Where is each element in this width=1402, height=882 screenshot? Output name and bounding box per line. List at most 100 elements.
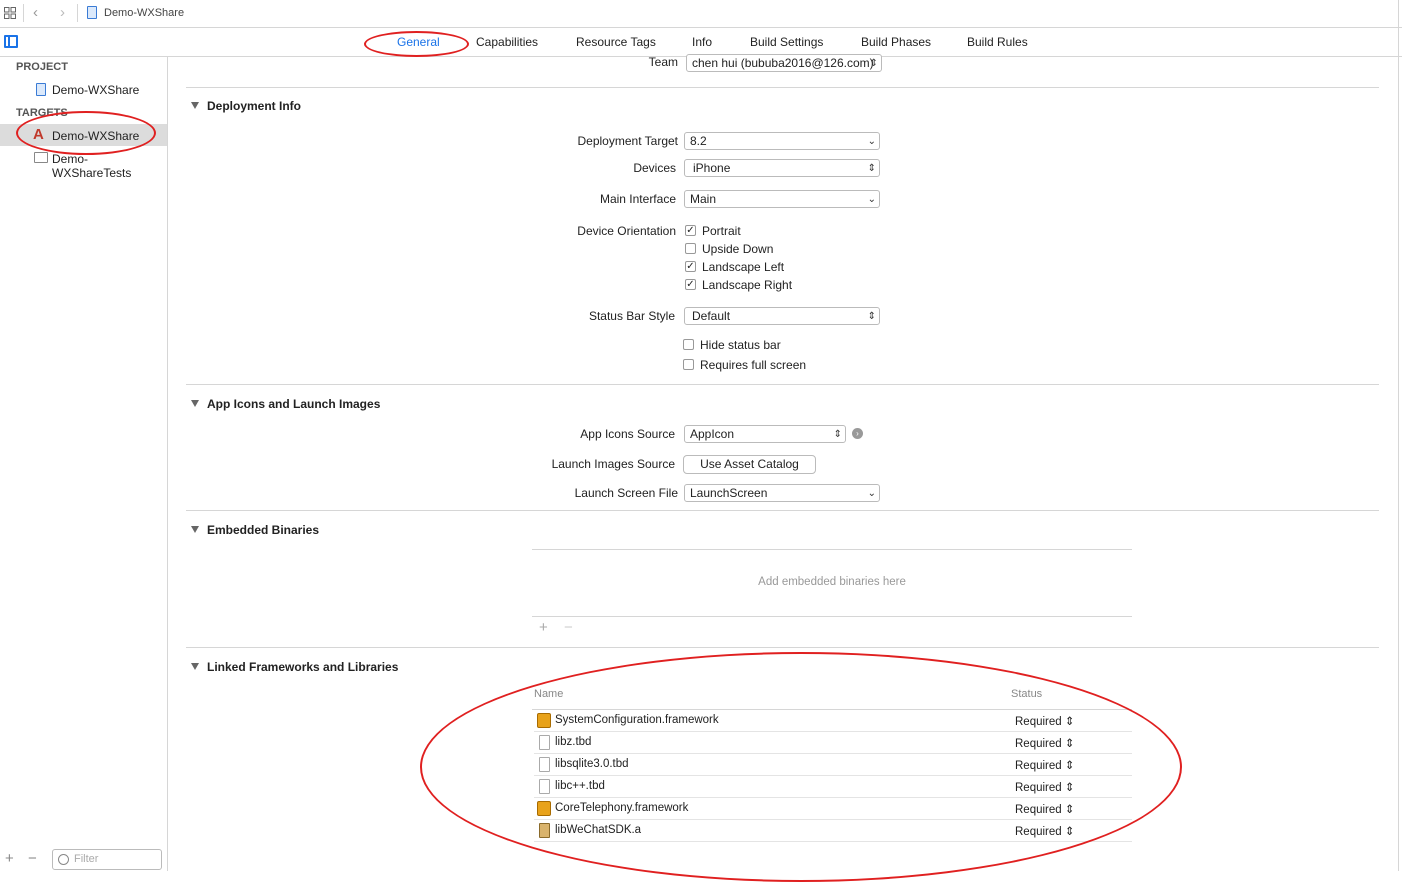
upside-down-checkbox[interactable] — [685, 243, 696, 254]
row-status[interactable]: Required ⇕ — [1015, 802, 1075, 816]
disclosure-triangle-icon[interactable] — [191, 102, 199, 109]
team-value: chen hui (bububa2016@126.com) — [692, 56, 874, 70]
row-name: libc++.tbd — [555, 780, 605, 792]
back-chevron-icon[interactable]: ‹ — [33, 4, 38, 21]
team-popup[interactable]: chen hui (bububa2016@126.com) ⇕ — [686, 54, 882, 72]
status-value: Required — [1015, 738, 1062, 750]
launch-screen-file-combo[interactable]: LaunchScreen ⌄ — [684, 484, 880, 502]
app-icons-source-label: App Icons Source — [580, 427, 675, 441]
app-icons-source-value: AppIcon — [690, 427, 735, 441]
table-row[interactable]: SystemConfiguration.framework Required ⇕ — [534, 710, 1132, 732]
breadcrumb[interactable]: Demo-WXShare — [104, 7, 184, 19]
disclosure-triangle-icon[interactable] — [191, 400, 199, 407]
go-arrow-icon[interactable]: › — [852, 428, 863, 439]
app-icons-source-popup[interactable]: AppIcon ⇕ — [684, 425, 846, 443]
use-asset-catalog-button[interactable]: Use Asset Catalog — [683, 455, 816, 474]
tab-general[interactable]: General — [397, 35, 440, 49]
row-name: SystemConfiguration.framework — [555, 714, 719, 726]
landscape-right-checkbox[interactable]: ✓ — [685, 279, 696, 290]
row-name: libWeChatSDK.a — [555, 824, 642, 836]
column-header-status[interactable]: Status — [1011, 688, 1042, 700]
deployment-target-value: 8.2 — [690, 134, 707, 148]
up-down-chevron-icon: ⇕ — [1064, 716, 1075, 728]
row-status[interactable]: Required ⇕ — [1015, 736, 1075, 750]
chevron-down-icon: ⌄ — [867, 194, 876, 205]
tab-capabilities[interactable]: Capabilities — [476, 35, 538, 49]
deployment-target-label: Deployment Target — [577, 134, 679, 148]
tab-build-rules[interactable]: Build Rules — [967, 35, 1028, 49]
chevron-down-icon: ⌄ — [867, 488, 876, 499]
file-icon — [539, 735, 550, 750]
row-name: libsqlite3.0.tbd — [555, 758, 629, 770]
filter-field[interactable]: Filter — [52, 849, 162, 870]
landscape-left-checkbox[interactable]: ✓ — [685, 261, 696, 272]
targets-header: TARGETS — [16, 107, 68, 119]
up-down-chevron-icon: ⇕ — [1064, 782, 1075, 794]
table-row[interactable]: libz.tbd Required ⇕ — [534, 732, 1132, 754]
landscape-left-label: Landscape Left — [702, 260, 785, 274]
chevron-down-icon: ⌄ — [867, 136, 876, 147]
remove-icon[interactable]: − — [564, 619, 573, 636]
app-target-icon: A — [33, 126, 44, 143]
file-icon — [539, 757, 550, 772]
up-down-chevron-icon: ⇕ — [1064, 826, 1075, 838]
add-icon[interactable]: + — [5, 850, 14, 867]
sidebar-item-target-tests[interactable]: Demo-WXShareTests — [0, 147, 167, 180]
status-value: Required — [1015, 760, 1062, 772]
up-down-chevron-icon: ⇕ — [867, 311, 876, 322]
sidebar-toggle-icon[interactable] — [4, 35, 18, 48]
status-value: Required — [1015, 782, 1062, 794]
row-status[interactable]: Required ⇕ — [1015, 714, 1075, 728]
tab-info[interactable]: Info — [692, 35, 712, 49]
requires-full-screen-label: Requires full screen — [700, 358, 807, 372]
table-row[interactable]: CoreTelephony.framework Required ⇕ — [534, 798, 1132, 820]
main-interface-value: Main — [690, 192, 717, 206]
column-header-name[interactable]: Name — [534, 688, 563, 700]
landscape-right-label: Landscape Right — [702, 278, 793, 292]
main-interface-combo[interactable]: Main ⌄ — [684, 190, 880, 208]
table-row[interactable]: libc++.tbd Required ⇕ — [534, 776, 1132, 798]
add-icon[interactable]: + — [539, 619, 548, 636]
launch-screen-file-value: LaunchScreen — [690, 486, 768, 500]
team-label: Team — [648, 55, 678, 69]
remove-icon[interactable]: − — [28, 850, 37, 867]
row-name: CoreTelephony.framework — [555, 802, 689, 814]
sidebar-item-label: Demo-WXShare — [52, 129, 140, 143]
portrait-label: Portrait — [702, 224, 741, 238]
framework-icon — [537, 713, 551, 728]
disclosure-triangle-icon[interactable] — [191, 663, 199, 670]
embedded-list-top — [532, 549, 1132, 550]
devices-popup[interactable]: iPhone ⇕ — [684, 159, 880, 177]
status-bar-style-label: Status Bar Style — [588, 309, 675, 323]
disclosure-triangle-icon[interactable] — [191, 526, 199, 533]
status-bar-style-popup[interactable]: Default ⇕ — [684, 307, 880, 325]
forward-chevron-icon[interactable]: › — [60, 4, 65, 21]
library-icon — [539, 823, 550, 838]
tab-build-phases[interactable]: Build Phases — [861, 35, 931, 49]
toolbar-divider — [23, 4, 24, 22]
row-status[interactable]: Required ⇕ — [1015, 758, 1075, 772]
hide-status-bar-checkbox[interactable] — [683, 339, 694, 350]
status-value: Required — [1015, 804, 1062, 816]
table-row[interactable]: libWeChatSDK.a Required ⇕ — [534, 820, 1132, 842]
grid-icon[interactable] — [4, 7, 16, 19]
sidebar-item-target-app[interactable]: A Demo-WXShare — [0, 124, 167, 146]
portrait-checkbox[interactable]: ✓ — [685, 225, 696, 236]
device-orientation-label: Device Orientation — [577, 224, 676, 238]
project-file-icon — [87, 6, 97, 19]
sidebar-item-project[interactable]: Demo-WXShare — [0, 79, 167, 101]
up-down-chevron-icon: ⇕ — [1064, 760, 1075, 772]
deployment-target-combo[interactable]: 8.2 ⌄ — [684, 132, 880, 150]
sidebar-item-label: Demo-WXShare — [52, 83, 140, 97]
filter-placeholder: Filter — [74, 853, 99, 865]
tab-resource-tags[interactable]: Resource Tags — [576, 35, 656, 49]
up-down-chevron-icon: ⇕ — [867, 163, 876, 174]
tab-build-settings[interactable]: Build Settings — [750, 35, 823, 49]
row-status[interactable]: Required ⇕ — [1015, 780, 1075, 794]
project-header: PROJECT — [16, 61, 68, 73]
row-status[interactable]: Required ⇕ — [1015, 824, 1075, 838]
requires-full-screen-checkbox[interactable] — [683, 359, 694, 370]
table-row[interactable]: libsqlite3.0.tbd Required ⇕ — [534, 754, 1132, 776]
main-interface-label: Main Interface — [599, 192, 676, 206]
file-icon — [539, 779, 550, 794]
